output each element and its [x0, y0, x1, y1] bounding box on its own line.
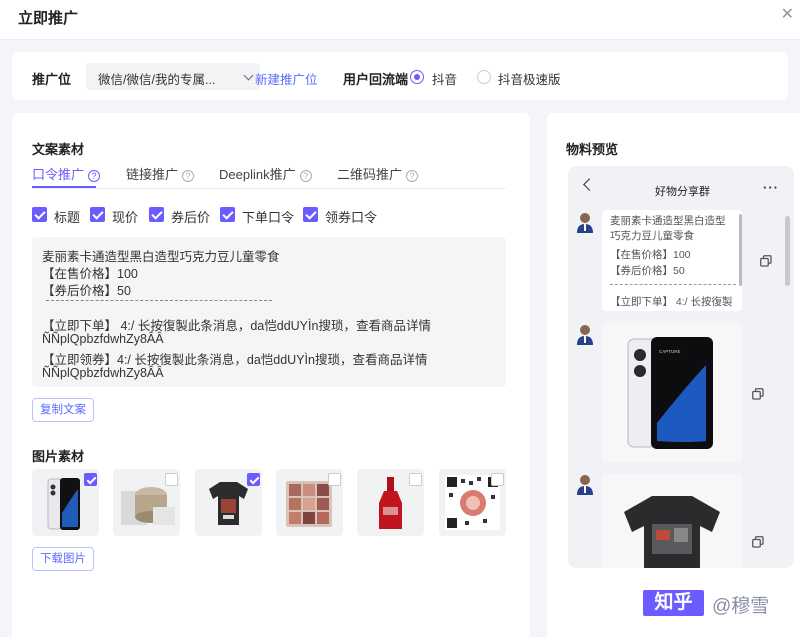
help-icon[interactable]: ?: [88, 170, 101, 182]
zhihu-logo: 知乎: [643, 590, 704, 616]
checkbox-label: 券后价: [171, 210, 211, 225]
image-thumb-eyeshadow-palette[interactable]: [276, 469, 343, 536]
radio-douyin-lite-label[interactable]: 抖音极速版: [498, 69, 561, 88]
tab-label: 口令推广: [32, 167, 85, 182]
copy-separator: [46, 300, 272, 301]
promo-position-value: 微信/微信/我的专属...: [98, 73, 216, 87]
message-bubble-image: [602, 474, 742, 568]
dialog-title: 立即推广: [18, 10, 79, 27]
copy-text-box: 麦丽素卡通造型黑白造型巧克力豆儿童零食 【在售价格】100 【券后价格】50 【…: [32, 237, 506, 387]
bubble-line-price: 【在售价格】100: [610, 249, 691, 261]
copy-icon[interactable]: [752, 388, 764, 400]
new-promo-position-link[interactable]: 新建推广位: [255, 69, 318, 88]
checkbox-label: 领券口令: [325, 210, 378, 225]
promo-position-label: 推广位: [32, 72, 72, 87]
image-thumb-t-shirt[interactable]: [195, 469, 262, 536]
image-section-title: 图片素材: [32, 449, 85, 464]
tab-deeplink-promo[interactable]: Deeplink推广?: [219, 164, 312, 183]
chat-title-text: 好物分享群: [655, 186, 710, 198]
thumb-checkbox-checked[interactable]: [247, 473, 260, 486]
help-icon[interactable]: ?: [406, 170, 419, 182]
avatar-icon: [577, 475, 593, 495]
tab-label: 二维码推广: [337, 167, 403, 182]
preview-section-title: 物料预览: [566, 142, 619, 157]
copy-icon[interactable]: [752, 536, 764, 548]
tab-command-promo[interactable]: 口令推广?: [32, 164, 101, 183]
message-bubble-image: CAPTURE: [602, 323, 742, 462]
checkbox-checked-icon: [303, 207, 318, 222]
checkbox-label: 现价: [112, 210, 139, 225]
copy-icon[interactable]: [760, 255, 772, 267]
bubble-separator: [610, 284, 736, 285]
copy-line-coupon-price: 【券后价格】50: [42, 284, 131, 298]
active-tab-indicator: [32, 186, 96, 188]
return-endpoint-label: 用户回流端: [343, 72, 409, 87]
avatar: [575, 474, 595, 496]
radio-douyin-lite[interactable]: [477, 70, 491, 84]
tabs-divider: [32, 188, 506, 189]
message-bubble-text: 麦丽素卡通造型黑白造型巧克力豆儿童零食 【在售价格】100 【券后价格】50 【…: [602, 210, 742, 311]
checkbox-checked-icon: [32, 207, 47, 222]
chevron-down-icon: [243, 70, 254, 81]
smartphone-image: CAPTURE: [627, 337, 713, 449]
thumb-checkbox-checked[interactable]: [84, 473, 97, 486]
avatar: [575, 212, 595, 234]
bubble-line-coupon-price: 【券后价格】50: [610, 265, 685, 277]
radio-douyin[interactable]: [410, 70, 424, 84]
copy-section-title: 文案素材: [32, 142, 85, 157]
checkbox-checked-icon: [149, 207, 164, 222]
radio-douyin-label[interactable]: 抖音: [432, 69, 457, 88]
image-thumb-cosmetic-jar[interactable]: [113, 469, 180, 536]
thumb-checkbox[interactable]: [409, 473, 422, 486]
help-icon[interactable]: ?: [182, 170, 195, 182]
watermark-username: @穆雪: [712, 596, 770, 617]
avatar-icon: [577, 325, 593, 345]
avatar: [575, 324, 595, 346]
bubble-line-order: 【立即下单】 4:/ 长按復製: [610, 296, 733, 308]
more-icon[interactable]: ···: [763, 180, 779, 195]
promo-position-select[interactable]: 微信/微信/我的专属...: [86, 63, 260, 90]
close-icon[interactable]: ✕: [781, 4, 794, 24]
thumb-checkbox[interactable]: [165, 473, 178, 486]
copy-line-order-code: ÑÑplQpbzfdwhZy8ÂÂ: [42, 332, 164, 346]
download-images-button[interactable]: 下载图片: [32, 547, 94, 571]
bubble-line-title: 麦丽素卡通造型黑白造型巧克力豆儿童零食: [610, 215, 726, 242]
help-icon[interactable]: ?: [299, 170, 312, 182]
thumb-checkbox[interactable]: [491, 473, 504, 486]
dialog-header: 立即推广 ✕: [0, 0, 800, 40]
checkbox-label: 下单口令: [242, 210, 295, 225]
tab-link-promo[interactable]: 链接推广?: [126, 164, 195, 183]
checkbox-label: 标题: [54, 210, 81, 225]
image-thumb-red-bottle[interactable]: [357, 469, 424, 536]
copy-line-coupon-code: ÑÑplQpbzfdwhZy8ÂÂ: [42, 366, 164, 380]
bubble-scrollbar[interactable]: [739, 214, 742, 286]
tab-label: 链接推广: [126, 167, 179, 182]
tab-qrcode-promo[interactable]: 二维码推广?: [337, 164, 419, 183]
avatar-icon: [577, 213, 593, 233]
thumb-checkbox[interactable]: [328, 473, 341, 486]
image-thumb-qr-code[interactable]: [439, 469, 506, 536]
promo-settings-bar: 推广位 微信/微信/我的专属... 新建推广位 用户回流端 抖音 抖音极速版: [12, 52, 788, 100]
copy-text-button[interactable]: 复制文案: [32, 398, 94, 422]
preview-scrollbar[interactable]: [785, 216, 790, 286]
tab-label: Deeplink推广: [219, 167, 296, 182]
image-thumb-smartphone[interactable]: [32, 469, 99, 536]
svg-text:CAPTURE: CAPTURE: [659, 349, 681, 354]
t-shirt-image: [624, 496, 720, 568]
checkbox-checked-icon: [90, 207, 105, 222]
checkbox-checked-icon: [220, 207, 235, 222]
